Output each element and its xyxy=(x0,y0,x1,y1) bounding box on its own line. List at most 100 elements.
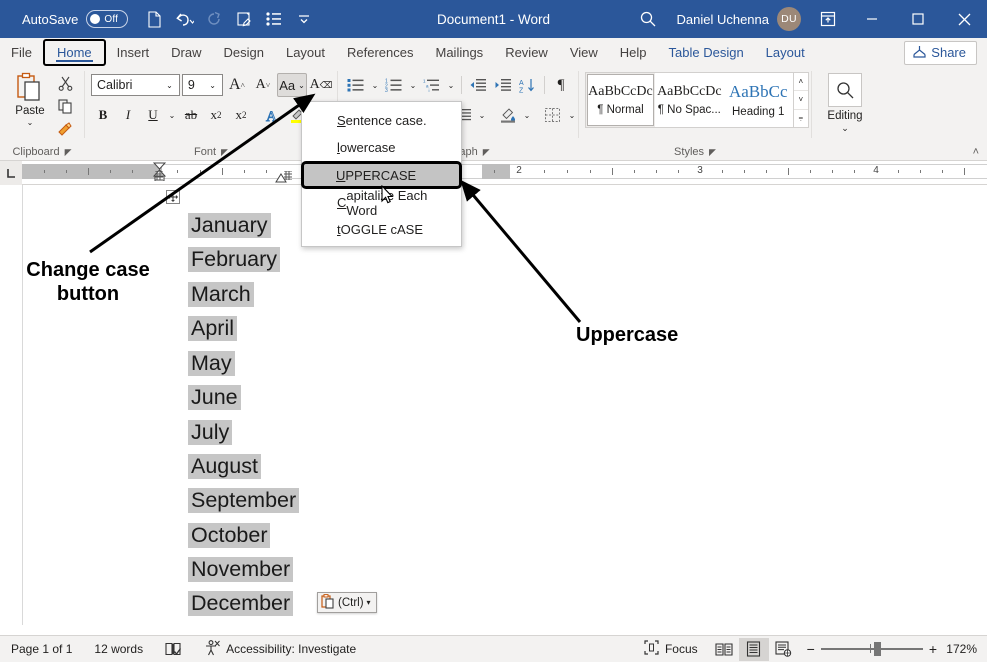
paste-chevron-down-icon[interactable]: ⌄ xyxy=(27,119,34,127)
share-button[interactable]: Share xyxy=(904,41,977,65)
multilevel-list-button[interactable]: 1ai xyxy=(420,73,444,97)
undo-icon[interactable] xyxy=(170,5,198,33)
line-spacing-chevron-down-icon[interactable]: ⌄ xyxy=(476,103,488,127)
tab-review[interactable]: Review xyxy=(494,38,559,67)
format-painter-icon[interactable] xyxy=(52,118,78,140)
borders-button[interactable] xyxy=(541,103,565,127)
menu-item-toggle-case[interactable]: tOGGLE cASE xyxy=(302,216,461,243)
document-text-march[interactable]: March xyxy=(188,282,254,307)
tab-draw[interactable]: Draw xyxy=(160,38,212,67)
zoom-thumb[interactable] xyxy=(874,642,881,656)
maximize-button[interactable] xyxy=(895,0,941,38)
zoom-in-button[interactable]: + xyxy=(929,641,937,657)
increase-indent-button[interactable] xyxy=(491,73,515,97)
styles-scroll-up-icon[interactable]: ˄ xyxy=(794,73,808,91)
close-button[interactable] xyxy=(941,0,987,38)
document-text-june[interactable]: June xyxy=(188,385,241,410)
multilevel-chevron-down-icon[interactable]: ⌄ xyxy=(445,73,457,97)
proofing-icon[interactable] xyxy=(154,636,193,662)
table-move-handle-icon[interactable] xyxy=(166,190,180,207)
font-name-input[interactable]: Calibri ⌄ xyxy=(91,74,180,96)
minimize-button[interactable] xyxy=(849,0,895,38)
page-number-status[interactable]: Page 1 of 1 xyxy=(0,636,83,662)
shrink-font-icon[interactable]: A˅ xyxy=(251,73,275,97)
autosave-toggle[interactable]: Off xyxy=(86,10,128,28)
menu-item-sentence-case[interactable]: Sentence case. xyxy=(302,107,461,134)
paragraph-dialog-launcher[interactable]: ◤ xyxy=(483,147,490,157)
sort-button[interactable]: AZ xyxy=(516,73,540,97)
ribbon-display-options-icon[interactable] xyxy=(807,0,849,38)
tab-file[interactable]: File xyxy=(0,38,43,67)
document-text-november[interactable]: November xyxy=(188,557,293,582)
paste-options-chevron-down-icon[interactable]: ▾ xyxy=(367,598,371,607)
tab-stop-selector[interactable] xyxy=(0,161,22,185)
tab-table-layout[interactable]: Layout xyxy=(755,38,816,67)
grow-font-icon[interactable]: A˄ xyxy=(225,73,249,97)
font-size-input[interactable]: 9 ⌄ xyxy=(182,74,223,96)
underline-chevron-down-icon[interactable]: ⌄ xyxy=(166,103,178,127)
style-item-no-spacing[interactable]: AaBbCcDc ¶ No Spac... xyxy=(656,74,723,126)
bullets-button[interactable] xyxy=(344,73,368,97)
shading-chevron-down-icon[interactable]: ⌄ xyxy=(521,103,533,127)
ribbon-group-editing[interactable]: Editing ⌄ xyxy=(812,67,878,160)
styles-dialog-launcher[interactable]: ◤ xyxy=(709,147,716,157)
quick-print-icon[interactable] xyxy=(230,5,258,33)
read-mode-button[interactable] xyxy=(709,638,739,661)
horizontal-ruler[interactable]: 2 3 4 xyxy=(0,161,987,185)
customize-qat-icon[interactable] xyxy=(290,5,318,33)
styles-scroll-down-icon[interactable]: ˅ xyxy=(794,91,808,109)
new-document-icon[interactable] xyxy=(140,5,168,33)
tab-help[interactable]: Help xyxy=(609,38,658,67)
tab-mailings[interactable]: Mailings xyxy=(425,38,495,67)
clipboard-dialog-launcher[interactable]: ◤ xyxy=(65,147,72,157)
borders-chevron-down-icon[interactable]: ⌄ xyxy=(566,103,578,127)
underline-button[interactable]: U xyxy=(141,103,165,127)
copy-icon[interactable] xyxy=(52,95,78,117)
numbering-chevron-down-icon[interactable]: ⌄ xyxy=(407,73,419,97)
editing-search-icon[interactable] xyxy=(828,73,862,107)
subscript-button[interactable]: x2 xyxy=(204,103,228,127)
style-item-normal[interactable]: AaBbCcDc ¶ Normal xyxy=(587,74,654,126)
document-text-july[interactable]: July xyxy=(188,420,232,445)
document-area[interactable]: January February March April May June Ju… xyxy=(0,185,987,625)
numbering-button[interactable]: 123 xyxy=(382,73,406,97)
bullets-chevron-down-icon[interactable]: ⌄ xyxy=(369,73,381,97)
collapse-ribbon-icon[interactable]: ˄ xyxy=(973,146,979,158)
font-size-chevron-down-icon[interactable]: ⌄ xyxy=(205,81,220,90)
text-effects-icon[interactable]: A xyxy=(261,103,285,127)
show-formatting-marks-button[interactable]: ¶ xyxy=(549,73,573,97)
document-text-january[interactable]: January xyxy=(188,213,271,238)
print-layout-button[interactable] xyxy=(739,638,769,661)
focus-button[interactable]: Focus xyxy=(633,636,709,662)
tab-view[interactable]: View xyxy=(559,38,609,67)
change-case-button[interactable]: Aa⌄ xyxy=(277,73,307,97)
web-layout-button[interactable] xyxy=(769,638,799,661)
strikethrough-button[interactable]: ab xyxy=(179,103,203,127)
tab-home[interactable]: Home xyxy=(43,39,106,66)
tab-layout[interactable]: Layout xyxy=(275,38,336,67)
style-item-heading-1[interactable]: AaBbCc Heading 1 xyxy=(725,74,792,126)
paste-options-button[interactable]: (Ctrl) ▾ xyxy=(317,592,377,613)
zoom-level-label[interactable]: 172% xyxy=(945,642,987,656)
account-name[interactable]: Daniel Uchenna xyxy=(668,12,777,27)
font-dialog-launcher[interactable]: ◤ xyxy=(221,147,228,157)
document-text-december[interactable]: December xyxy=(188,591,293,616)
document-page[interactable]: January February March April May June Ju… xyxy=(22,185,987,625)
document-text-may[interactable]: May xyxy=(188,351,235,376)
tab-design[interactable]: Design xyxy=(213,38,275,67)
tab-insert[interactable]: Insert xyxy=(106,38,161,67)
document-text-february[interactable]: February xyxy=(188,247,280,272)
font-name-chevron-down-icon[interactable]: ⌄ xyxy=(162,81,177,90)
shading-button[interactable] xyxy=(496,103,520,127)
decrease-indent-button[interactable] xyxy=(466,73,490,97)
accessibility-status[interactable]: Accessibility: Investigate xyxy=(193,636,367,662)
avatar[interactable]: DU xyxy=(777,7,801,31)
zoom-track[interactable] xyxy=(821,648,923,650)
bullets-icon[interactable] xyxy=(260,5,288,33)
cut-icon[interactable] xyxy=(52,72,78,94)
document-text-october[interactable]: October xyxy=(188,523,270,548)
superscript-button[interactable]: x2 xyxy=(229,103,253,127)
zoom-out-button[interactable]: − xyxy=(807,641,815,657)
menu-item-lowercase[interactable]: lowercase xyxy=(302,134,461,161)
word-count-status[interactable]: 12 words xyxy=(83,636,154,662)
